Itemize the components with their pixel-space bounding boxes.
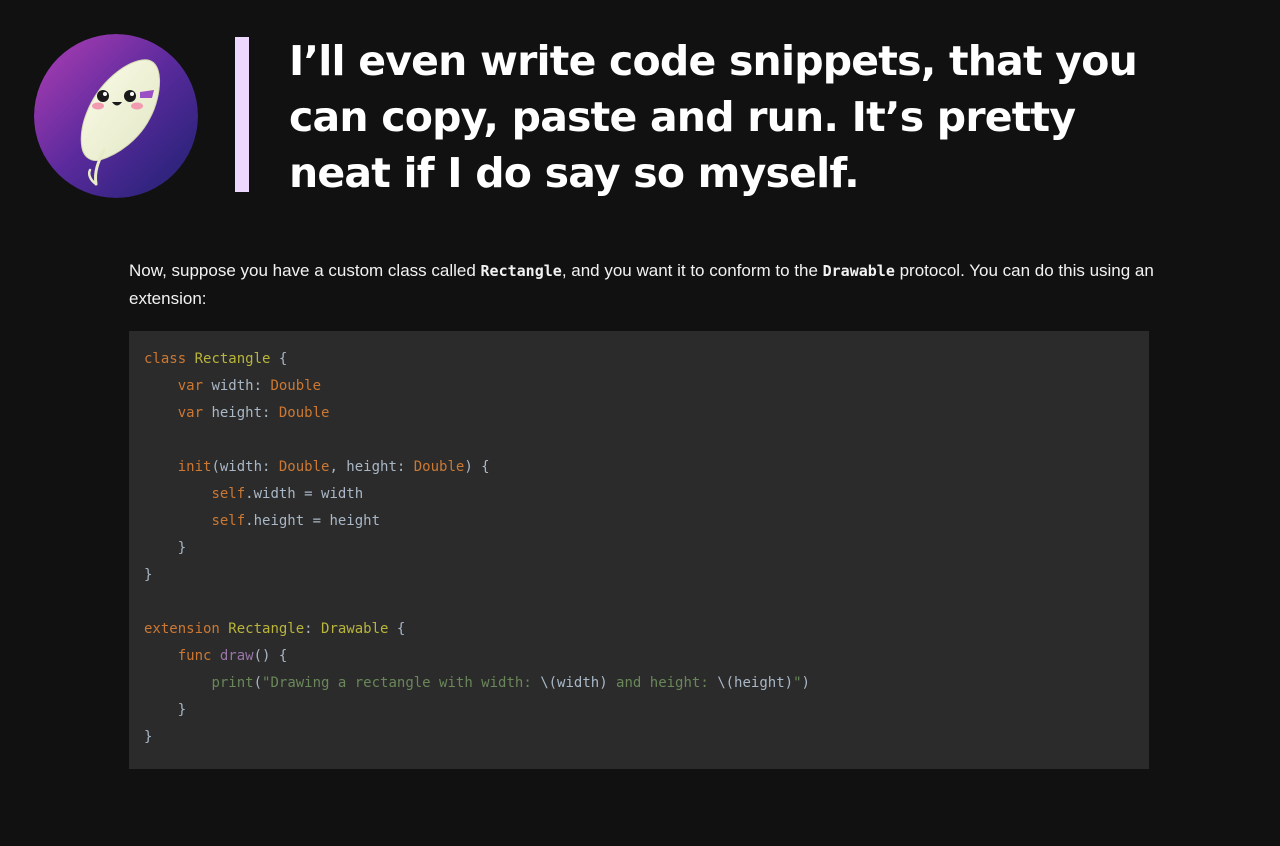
code-text: , height: (329, 459, 414, 475)
headline-line-3: neat if I do say so myself. (289, 149, 860, 197)
code-type-name: Rectangle (228, 621, 305, 637)
code-string: " (793, 675, 802, 691)
code-line: print("Drawing a rectangle with width: \… (144, 670, 1134, 697)
code-string: "Drawing a rectangle with width: (262, 675, 541, 691)
code-text: \(width) (540, 675, 608, 691)
code-line: extension Rectangle: Drawable { (144, 616, 1134, 643)
code-keyword: class (144, 351, 187, 367)
code-keyword: self (211, 513, 246, 529)
code-type-name: Drawable (321, 621, 389, 637)
code-keyword: Double (270, 378, 322, 394)
code-line: class Rectangle { (144, 346, 1134, 373)
code-text: \(height) (717, 675, 794, 691)
code-block[interactable]: class Rectangle { var width: Double var … (129, 331, 1149, 769)
code-line: var height: Double (144, 400, 1134, 427)
avatar (34, 34, 198, 198)
code-text: } (144, 702, 187, 718)
code-text: height: (203, 405, 279, 421)
code-keyword: var (177, 378, 204, 394)
feather-mascot-icon (34, 34, 198, 198)
code-keyword: init (177, 459, 212, 475)
code-line: } (144, 535, 1134, 562)
code-text: } (144, 540, 187, 556)
code-function-name: draw (219, 648, 254, 664)
code-text: ) (801, 675, 810, 691)
code-keyword: var (177, 405, 204, 421)
code-line: var width: Double (144, 373, 1134, 400)
code-line: self.width = width (144, 481, 1134, 508)
code-text: ) { (464, 459, 490, 475)
code-keyword: self (211, 486, 246, 502)
code-line: self.height = height (144, 508, 1134, 535)
intro-text-part-1: Now, suppose you have a custom class cal… (129, 261, 481, 280)
code-string: print (211, 675, 254, 691)
code-keyword: Double (413, 459, 465, 475)
code-line: } (144, 562, 1134, 589)
code-line: init(width: Double, height: Double) { (144, 454, 1134, 481)
code-text: } (144, 729, 153, 745)
intro-text-part-2: , and you want it to conform to the (561, 261, 823, 280)
headline-line-1: I’ll even write code snippets, that you (289, 37, 1138, 85)
code-text: : (304, 621, 322, 637)
inline-code-rectangle: Rectangle (480, 262, 562, 280)
code-text: { (388, 621, 406, 637)
code-string: and height: (607, 675, 718, 691)
code-text: } (144, 567, 153, 583)
code-text: .width = width (245, 486, 364, 502)
code-keyword: Double (278, 405, 330, 421)
inline-code-drawable: Drawable (822, 262, 895, 280)
code-line: } (144, 697, 1134, 724)
code-text: .height = height (245, 513, 381, 529)
code-text: (width: (211, 459, 279, 475)
code-line: func draw() { (144, 643, 1134, 670)
intro-paragraph: Now, suppose you have a custom class cal… (129, 257, 1159, 313)
code-text: width: (203, 378, 271, 394)
code-text: { (270, 351, 288, 367)
quote-accent-bar (235, 37, 249, 192)
headline-quote: I’ll even write code snippets, that you … (289, 33, 1138, 201)
code-line: } (144, 724, 1134, 751)
code-type-name: Rectangle (194, 351, 271, 367)
code-keyword: func (177, 648, 212, 664)
code-keyword: extension (144, 621, 220, 637)
headline-line-2: can copy, paste and run. It’s pretty (289, 93, 1076, 141)
code-keyword: Double (278, 459, 330, 475)
code-text: () { (253, 648, 288, 664)
code-text: ( (253, 675, 263, 691)
